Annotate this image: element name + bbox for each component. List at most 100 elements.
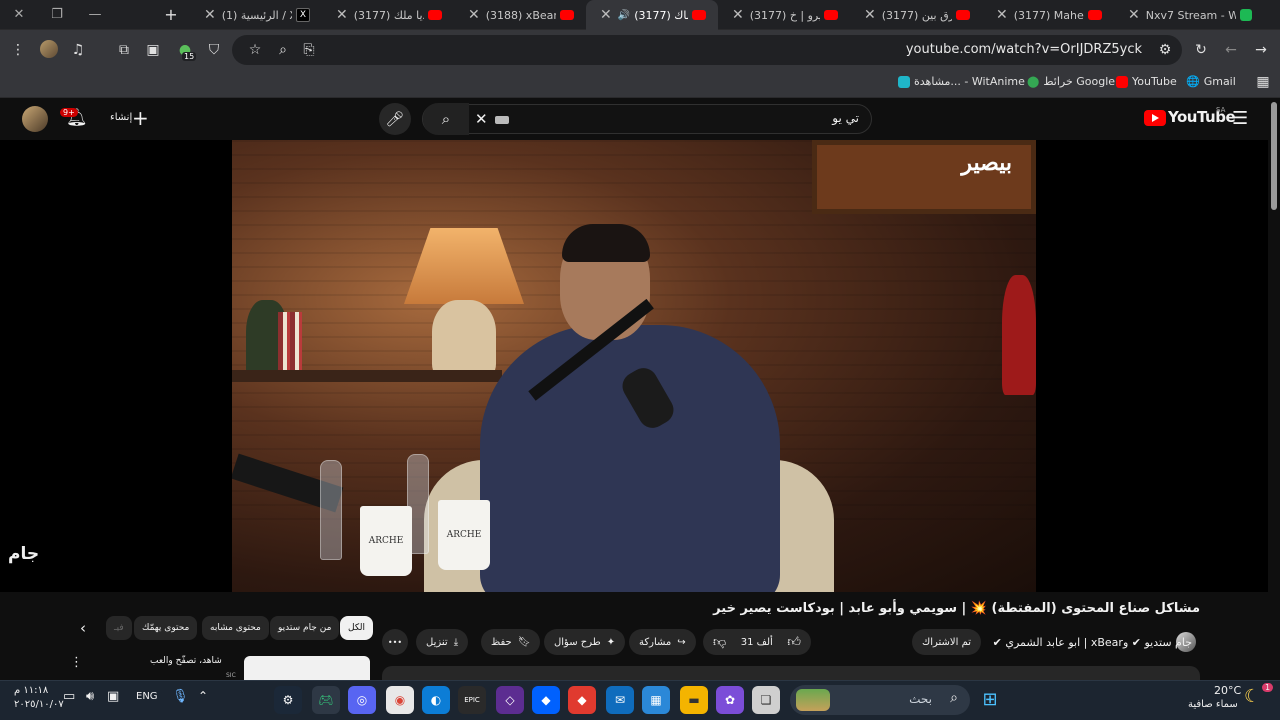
search-query[interactable]: تي يو (832, 111, 859, 125)
file-explorer-icon[interactable]: ▬ (680, 686, 708, 714)
new-tab-button[interactable]: + (152, 0, 190, 30)
youtube-search-box[interactable]: ⌕ ✕ تي يو (422, 103, 872, 135)
clear-search-icon[interactable]: ✕ (475, 110, 488, 128)
taskbar-search-box[interactable]: بحث ⌕ (790, 685, 970, 715)
zoom-icon[interactable]: ⌕ (274, 41, 292, 59)
dislike-icon[interactable]: 👎︎ (713, 635, 726, 650)
maximize-window-icon[interactable]: ❐ (38, 0, 76, 30)
create-plus-icon[interactable]: + (132, 106, 149, 130)
hamburger-menu-icon[interactable]: ☰ (1232, 108, 1248, 129)
dropbox-icon[interactable]: ◆ (532, 686, 560, 714)
ask-question-button[interactable]: طرح سؤال ✦ (544, 629, 626, 655)
discord-icon[interactable]: ◎ (348, 686, 376, 714)
minimize-window-icon[interactable]: — (76, 0, 114, 30)
close-tab-icon[interactable]: ✕ (864, 7, 876, 23)
address-bar[interactable]: ☆ ⌕ ⎘ youtube.com/watch?v=OrIJDRZ5yck ⚙ (232, 35, 1182, 65)
language-indicator[interactable]: ENG (136, 691, 158, 702)
show-hidden-icons-icon[interactable]: ⌃ (198, 689, 208, 703)
sidebar-item-title[interactable]: شاهد، تصفّح والعب (150, 656, 222, 666)
profile-avatar[interactable] (40, 40, 58, 58)
subscribed-button[interactable]: تم الاشتراك (912, 629, 982, 655)
weather-description[interactable]: سماء صافية (1188, 699, 1238, 710)
chips-next-icon[interactable]: ‹ (80, 619, 86, 637)
create-label[interactable]: إنشاء (110, 112, 132, 123)
close-window-icon[interactable]: ✕ (0, 0, 38, 30)
close-tab-icon[interactable]: ✕ (468, 7, 480, 23)
video-frame[interactable]: ARCHE ARCHE بيصير (232, 140, 1036, 592)
windows-start-icon[interactable]: ⊞ (976, 686, 1004, 714)
install-app-icon[interactable]: ⎘ (300, 41, 318, 59)
close-tab-icon[interactable]: ✕ (1128, 7, 1140, 23)
app-window-icon[interactable]: ❏ (752, 686, 780, 714)
page-scrollbar[interactable] (1268, 98, 1280, 680)
clock-date[interactable]: ٢٠٢٥/١٠/٠٧ (14, 699, 64, 710)
epic-games-icon[interactable]: EPIC (458, 686, 486, 714)
url-text[interactable]: youtube.com/watch?v=OrIJDRZ5yck (906, 42, 1142, 57)
video-player[interactable]: ARCHE ARCHE بيصير جام (0, 140, 1268, 592)
tab-sekiro[interactable]: ✕ (3177) سكيرو | خ (718, 0, 850, 30)
download-button[interactable]: تنزيل ⤓ (416, 629, 469, 655)
more-actions-button[interactable]: ••• (382, 629, 408, 655)
channel-names[interactable]: جام ستديو ✔ وxBear | ابو عابد الشمري ✔ (993, 636, 1192, 649)
close-tab-icon[interactable]: ✕ (600, 7, 612, 23)
extensions-icon[interactable]: ⧉ (115, 41, 133, 59)
description-box[interactable] (382, 666, 1200, 680)
like-count[interactable]: 31 ألف (741, 637, 773, 648)
reload-icon[interactable]: ↻ (1192, 41, 1210, 59)
scrollbar-thumb[interactable] (1271, 102, 1277, 210)
channel-watermark[interactable]: جام (8, 544, 39, 564)
close-tab-icon[interactable]: ✕ (204, 7, 216, 23)
copilot-icon[interactable]: ✿ (716, 686, 744, 714)
chip-related[interactable]: محتوى مشابه (202, 616, 269, 640)
edge-icon[interactable]: ◐ (422, 686, 450, 714)
volume-icon[interactable]: 🔊︎ (86, 689, 94, 704)
outlook-icon[interactable]: ✉ (606, 686, 634, 714)
microphone-icon[interactable]: 🎙︎ (172, 689, 189, 704)
store-icon[interactable]: ▦ (642, 686, 670, 714)
account-avatar[interactable] (22, 106, 48, 132)
bookmark-youtube[interactable]: YouTube (1116, 75, 1177, 88)
moon-weather-icon[interactable]: ☾ (1244, 686, 1260, 707)
browser-menu-icon[interactable]: ⋮ (9, 41, 27, 59)
audio-playing-icon[interactable]: 🔊 (618, 10, 630, 21)
weather-temperature[interactable]: 20°C (1214, 684, 1241, 697)
like-icon[interactable]: 👍︎ (787, 635, 801, 650)
tab-maher[interactable]: ✕ (3177) Maher Za (982, 0, 1114, 30)
youtube-logo-icon[interactable] (1144, 110, 1166, 126)
all-bookmarks-icon[interactable]: ▦ (1254, 73, 1272, 91)
tab-alfarq[interactable]: ✕ (3177) الفرق بين (850, 0, 982, 30)
forward-icon[interactable]: ← (1222, 41, 1240, 59)
share-button[interactable]: مشاركة ↪ (629, 629, 696, 655)
steam-icon[interactable]: ⚙ (274, 686, 302, 714)
chip-more[interactable]: فيـ (106, 616, 132, 640)
search-icon[interactable]: ⌕ (423, 103, 469, 135)
close-tab-icon[interactable]: ✕ (996, 7, 1008, 23)
save-button[interactable]: حفظ 🔖︎ (481, 629, 541, 655)
gamepad-app-icon[interactable]: 🎮︎ (312, 686, 340, 714)
bookmark-google-maps[interactable]: ⬤ خرائط Google (1027, 75, 1115, 88)
tab-x-home[interactable]: ✕ (1) الرئيسية / X X (190, 0, 322, 30)
media-controls-icon[interactable]: ♫ (69, 41, 87, 59)
battery-icon[interactable]: ▭ (63, 689, 75, 704)
sidebar-thumbnail[interactable] (244, 656, 370, 680)
chip-recommended[interactable]: محتوى يهمّك (134, 616, 198, 640)
chrome-icon[interactable]: ◉ (386, 686, 414, 714)
bookmark-gmail[interactable]: 🌐 Gmail (1186, 75, 1236, 88)
sidebar-item-menu-icon[interactable]: ⋮ (70, 655, 83, 670)
keyboard-icon[interactable] (495, 116, 509, 124)
voice-search-button[interactable]: 🎤︎ (379, 103, 411, 135)
extension-icon[interactable]: ▣ (144, 41, 162, 59)
shield-icon[interactable]: ⛉ (205, 41, 223, 59)
back-icon[interactable]: → (1252, 41, 1270, 59)
close-tab-icon[interactable]: ✕ (336, 7, 348, 23)
chip-from-channel[interactable]: من جام ستديو (270, 616, 340, 640)
clock-time[interactable]: ١١:١٨ م (14, 685, 48, 696)
close-tab-icon[interactable]: ✕ (732, 7, 744, 23)
tab-xbear[interactable]: ✕ (3188) xBear | ري (454, 0, 586, 30)
tab-current-video[interactable]: ✕ 🔊 (3177) مشاك (586, 0, 718, 30)
bookmark-star-icon[interactable]: ☆ (246, 41, 264, 59)
visual-studio-icon[interactable]: ◇ (496, 686, 524, 714)
site-settings-icon[interactable]: ⚙ (1156, 41, 1174, 59)
network-icon[interactable]: ▣ (107, 689, 119, 704)
tab-nadia[interactable]: ✕ (3177) ناديا ملك (322, 0, 454, 30)
